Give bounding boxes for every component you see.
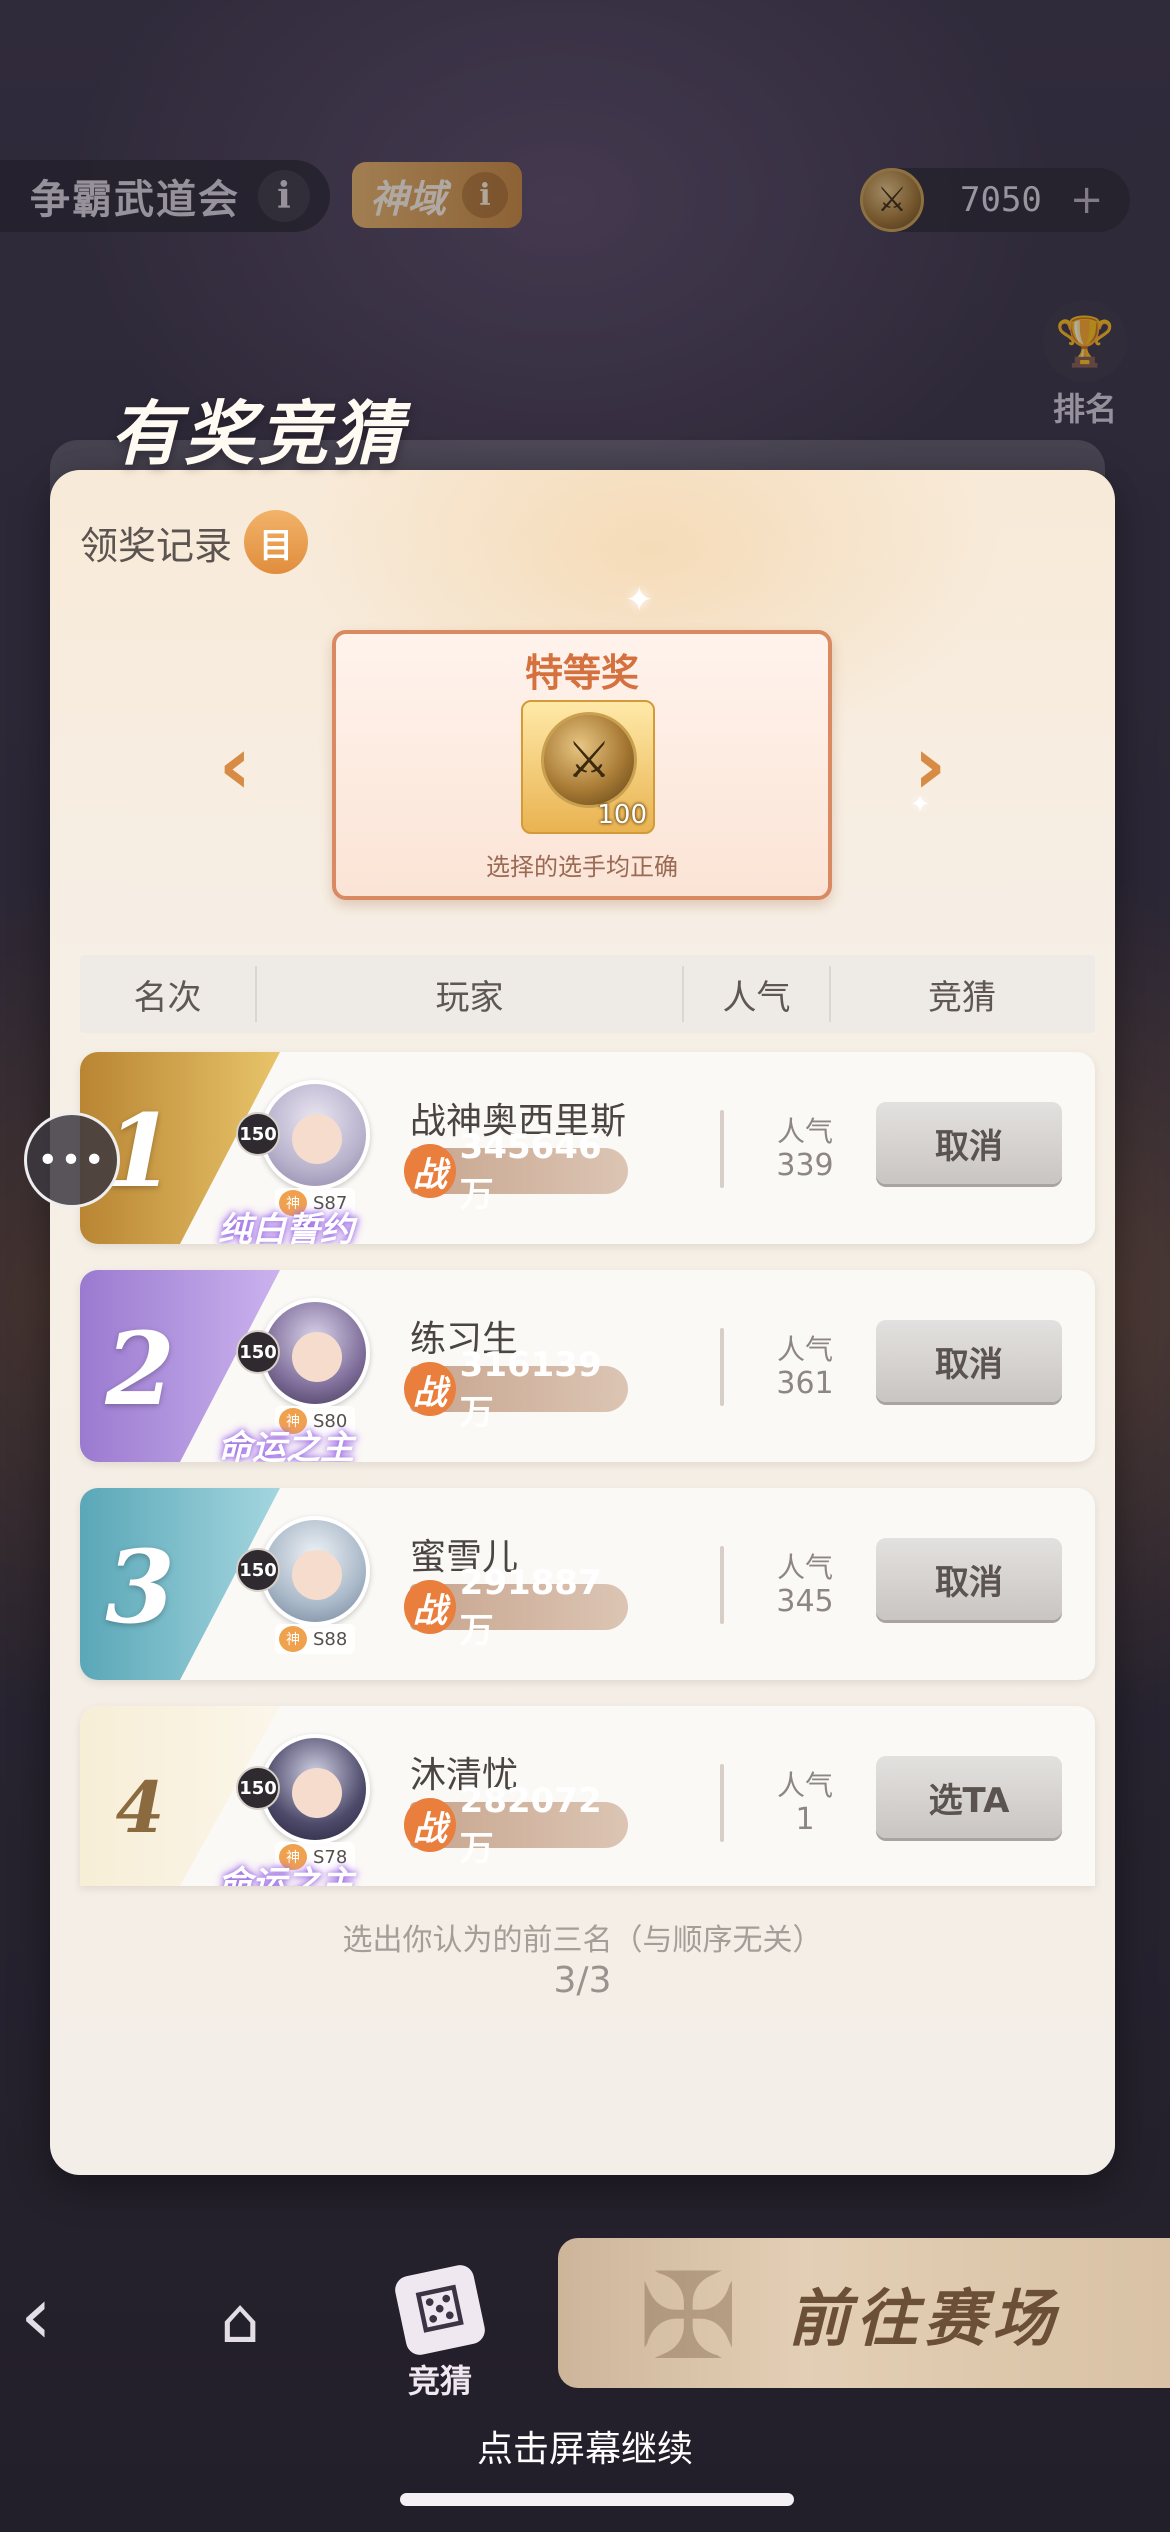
coin-icon: ⚔ [541,712,637,808]
back-arrow-icon[interactable]: ‹ [20,2269,80,2362]
prediction-modal: 领奖记录 目 ✦ ✦ ‹ 特等奖 ⚔ 100 选择的选手均正确 › 名次 玩家 … [50,470,1115,2175]
power-value: 282072万 [459,1780,602,1869]
popularity-label: 人气 [776,1115,833,1148]
player-title-badge: 命运之主 [218,1428,354,1462]
popularity-label: 人气 [776,1551,833,1584]
header-popularity: 人气 [722,977,791,1018]
selection-count: 3/3 [553,1960,612,2001]
player-title-badge: 纯白誓约 [218,1210,354,1244]
power-icon: 战 [404,1798,456,1852]
header-player: 玩家 [435,977,504,1018]
cancel-guess-button[interactable]: 取消 [876,1320,1062,1402]
power-icon: 战 [404,1144,456,1198]
guess-nav-label: 竞猜 [407,2362,472,2400]
popularity-value: 339 [776,1148,834,1183]
popularity-value: 1 [795,1802,815,1837]
go-to-arena-label: 前往赛场 [787,2282,1060,2355]
power-value: 345646万 [459,1126,602,1215]
prize-condition: 选择的选手均正确 [486,853,678,881]
header-rank: 名次 [133,977,202,1018]
power-icon: 战 [404,1362,456,1416]
player-row-3: 3 150 神 S88 蜜雪儿 战 291887万 人气 345 取消 [80,1488,1095,1680]
reward-records-label: 领奖记录 [80,523,233,568]
player-power: 战 316139万 [404,1345,628,1433]
prize-title: 特等奖 [524,651,639,695]
player-level: 150 [236,1330,280,1374]
modal-title: 有奖竞猜 [110,392,406,475]
row-divider [720,1328,724,1406]
player-row-4: 4 150 神 S78 命运之主 沐清忧 战 282072万 人气 1 选TA [80,1706,1095,1886]
tap-to-continue[interactable]: 点击屏幕继续 [0,2420,1170,2472]
home-indicator[interactable] [400,2493,794,2506]
power-icon: 战 [404,1580,456,1634]
player-power: 战 282072万 [404,1781,628,1869]
cancel-guess-button[interactable]: 取消 [876,1538,1062,1620]
player-power: 战 345646万 [404,1127,628,1215]
table-header: 名次 玩家 人气 竞猜 [80,955,1095,1033]
row-divider [720,1110,724,1188]
player-level: 150 [236,1766,280,1810]
row-divider [720,1764,724,1842]
chat-icon[interactable]: ••• [24,1112,120,1208]
rank-number: 3 [105,1528,175,1646]
row-divider [720,1546,724,1624]
server-label: S88 [313,1628,348,1650]
selection-hint: 选出你认为的前三名（与顺序无关） [342,1923,823,1958]
go-to-arena-button[interactable]: ✠ 前往赛场 [558,2238,1170,2388]
header-guess: 竞猜 [928,977,996,1018]
popularity-value: 361 [776,1366,834,1401]
sparkle-icon: ✦ [625,580,654,620]
prize-card: 特等奖 ⚔ 100 选择的选手均正确 [332,630,832,900]
prize-quantity: 100 [597,800,647,830]
popularity-label: 人气 [776,1333,833,1366]
next-prize-arrow[interactable]: › [900,719,960,812]
power-value: 316139万 [459,1344,602,1433]
popularity-label: 人气 [776,1769,833,1802]
dice-icon: ⚄ [392,2262,488,2358]
player-title-badge: 命运之主 [218,1864,354,1886]
sword-icon: ✠ [638,2248,739,2387]
guess-nav-button[interactable]: ⚄ 竞猜 [390,2262,490,2402]
player-level: 150 [236,1112,280,1156]
home-icon[interactable]: ⌂ [200,2280,280,2360]
power-value: 291887万 [459,1562,602,1651]
player-power: 战 291887万 [404,1563,628,1651]
god-tag: 神 [279,1626,307,1652]
prev-prize-arrow[interactable]: ‹ [205,719,265,812]
player-row-1: 1 150 神 S87 纯白誓约 战神奥西里斯 战 345646万 人气 339 取… [80,1052,1095,1244]
player-row-2: 2 150 神 S80 命运之主 练习生 战 316139万 人气 361 取消 [80,1270,1095,1462]
reward-records-button[interactable]: 领奖记录 目 [80,510,309,574]
cancel-guess-button[interactable]: 取消 [876,1102,1062,1184]
popularity-value: 345 [776,1584,834,1619]
prize-item[interactable]: ⚔ 100 [521,700,655,834]
document-icon: 目 [244,510,309,574]
select-player-button[interactable]: 选TA [876,1756,1062,1838]
player-level: 150 [236,1548,280,1592]
rank-number: 2 [105,1310,175,1428]
player-server: 神 S88 [275,1624,356,1654]
rank-number: 4 [115,1766,165,1849]
